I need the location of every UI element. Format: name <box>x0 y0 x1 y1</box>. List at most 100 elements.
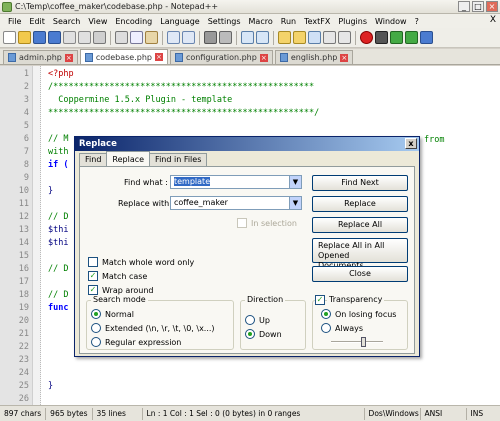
zoom-out-icon[interactable] <box>256 31 269 44</box>
save-all-icon[interactable] <box>48 31 61 44</box>
code-text: // M <box>48 134 69 144</box>
code-line[interactable]: 25} <box>0 380 500 393</box>
code-text: if ( <box>48 160 69 170</box>
tab-english-php[interactable]: english.php × <box>274 50 354 64</box>
menu-run[interactable]: Run <box>277 17 300 26</box>
dialog-title-bar[interactable]: Replace x <box>75 137 419 151</box>
menu-settings[interactable]: Settings <box>204 17 245 26</box>
save-macro-icon[interactable] <box>420 31 433 44</box>
menu-bar: File Edit Search View Encoding Language … <box>0 14 500 28</box>
zoom-in-icon[interactable] <box>241 31 254 44</box>
code-text: $thi <box>48 238 69 248</box>
tab-find[interactable]: Find <box>79 153 108 166</box>
line-number: 15 <box>18 251 29 261</box>
close-window-button[interactable]: × <box>486 1 498 12</box>
save-icon[interactable] <box>33 31 46 44</box>
maximize-button[interactable]: □ <box>472 1 484 12</box>
code-line[interactable]: 5 <box>0 120 500 133</box>
regex-radio[interactable] <box>91 337 101 347</box>
minimize-button[interactable]: _ <box>458 1 470 12</box>
dropdown-arrow-icon[interactable]: ▼ <box>289 197 301 209</box>
menu-file[interactable]: File <box>4 17 25 26</box>
menu-language[interactable]: Language <box>156 17 203 26</box>
normal-radio[interactable] <box>91 309 101 319</box>
cut-icon[interactable] <box>115 31 128 44</box>
close-file-icon[interactable] <box>63 31 76 44</box>
replace-all-opened-button[interactable]: Replace All in All Opened Documents <box>312 238 408 270</box>
code-line[interactable]: 1 <?php <box>0 68 500 81</box>
transparency-slider-track[interactable] <box>331 341 383 343</box>
record-macro-icon[interactable] <box>360 31 373 44</box>
dropdown-arrow-icon[interactable]: ▼ <box>289 176 301 188</box>
search-mode-title: Search mode <box>91 295 148 304</box>
replace-button[interactable]: Replace <box>312 196 408 212</box>
close-document-button[interactable]: X <box>490 15 496 25</box>
menu-encoding[interactable]: Encoding <box>111 17 156 26</box>
code-line[interactable]: 3 Coppermine 1.5.x Plugin - template <box>0 94 500 107</box>
find-next-button[interactable]: Find Next <box>312 175 408 191</box>
find-what-input[interactable]: template ▼ <box>170 175 302 189</box>
close-button[interactable]: Close <box>312 266 408 282</box>
tab-codebase-php[interactable]: codebase.php × <box>79 49 168 64</box>
transparency-checkbox[interactable]: ✓ <box>315 295 325 305</box>
dialog-close-button[interactable]: x <box>405 138 417 149</box>
line-number: 1 <box>23 69 29 79</box>
line-number: 2 <box>23 82 29 92</box>
replace-all-button[interactable]: Replace All <box>312 217 408 233</box>
print-icon[interactable] <box>93 31 106 44</box>
word-wrap-icon[interactable] <box>308 31 321 44</box>
up-radio[interactable] <box>245 315 255 325</box>
match-case-checkbox[interactable]: ✓ <box>88 271 98 281</box>
sync-scroll-v-icon[interactable] <box>278 31 291 44</box>
undo-icon[interactable] <box>167 31 180 44</box>
match-whole-word-checkbox[interactable] <box>88 257 98 267</box>
sync-scroll-h-icon[interactable] <box>293 31 306 44</box>
menu-textfx[interactable]: TextFX <box>300 17 334 26</box>
always-radio[interactable] <box>321 323 331 333</box>
code-text: /***************************************… <box>48 82 315 92</box>
tab-admin-php[interactable]: admin.php × <box>3 50 78 64</box>
redo-icon[interactable] <box>182 31 195 44</box>
extended-radio[interactable] <box>91 323 101 333</box>
new-file-icon[interactable] <box>3 31 16 44</box>
tab-find-in-files[interactable]: Find in Files <box>149 153 208 166</box>
line-number: 9 <box>23 173 29 183</box>
wrap-around-checkbox[interactable]: ✓ <box>88 285 98 295</box>
replace-icon[interactable] <box>219 31 232 44</box>
stop-macro-icon[interactable] <box>375 31 388 44</box>
menu-search[interactable]: Search <box>49 17 84 26</box>
tab-configuration-php[interactable]: configuration.php × <box>169 50 273 64</box>
code-line[interactable]: 24 <box>0 367 500 380</box>
code-line[interactable]: 4 ***************************************… <box>0 107 500 120</box>
menu-window[interactable]: Window <box>371 17 411 26</box>
menu-help[interactable]: ? <box>411 17 423 26</box>
down-radio[interactable] <box>245 329 255 339</box>
menu-macro[interactable]: Macro <box>245 17 277 26</box>
tab-label: codebase.php <box>95 52 152 62</box>
play-macro-icon[interactable] <box>390 31 403 44</box>
show-all-chars-icon[interactable] <box>323 31 336 44</box>
replace-with-input[interactable]: coffee_maker ▼ <box>170 196 302 210</box>
search-mode-group: Search mode Normal Extended (\n, \r, \t,… <box>86 295 234 350</box>
close-tab-icon[interactable]: × <box>340 53 349 62</box>
play-multiple-icon[interactable] <box>405 31 418 44</box>
indent-guide-icon[interactable] <box>338 31 351 44</box>
close-tab-icon[interactable]: × <box>64 53 73 62</box>
close-tab-icon[interactable]: × <box>259 53 268 62</box>
close-tab-icon[interactable]: × <box>154 53 163 61</box>
menu-edit[interactable]: Edit <box>25 17 49 26</box>
menu-plugins[interactable]: Plugins <box>334 17 371 26</box>
paste-icon[interactable] <box>145 31 158 44</box>
on-losing-focus-radio[interactable] <box>321 309 331 319</box>
find-icon[interactable] <box>204 31 217 44</box>
tab-replace[interactable]: Replace <box>106 151 151 166</box>
copy-icon[interactable] <box>130 31 143 44</box>
transparency-slider-thumb[interactable] <box>361 337 366 347</box>
status-bytes: 965 bytes <box>46 407 93 420</box>
close-all-icon[interactable] <box>78 31 91 44</box>
menu-view[interactable]: View <box>84 17 111 26</box>
code-line[interactable]: 2 /**************************************… <box>0 81 500 94</box>
line-number: 18 <box>18 290 29 300</box>
open-file-icon[interactable] <box>18 31 31 44</box>
file-icon <box>279 53 288 62</box>
